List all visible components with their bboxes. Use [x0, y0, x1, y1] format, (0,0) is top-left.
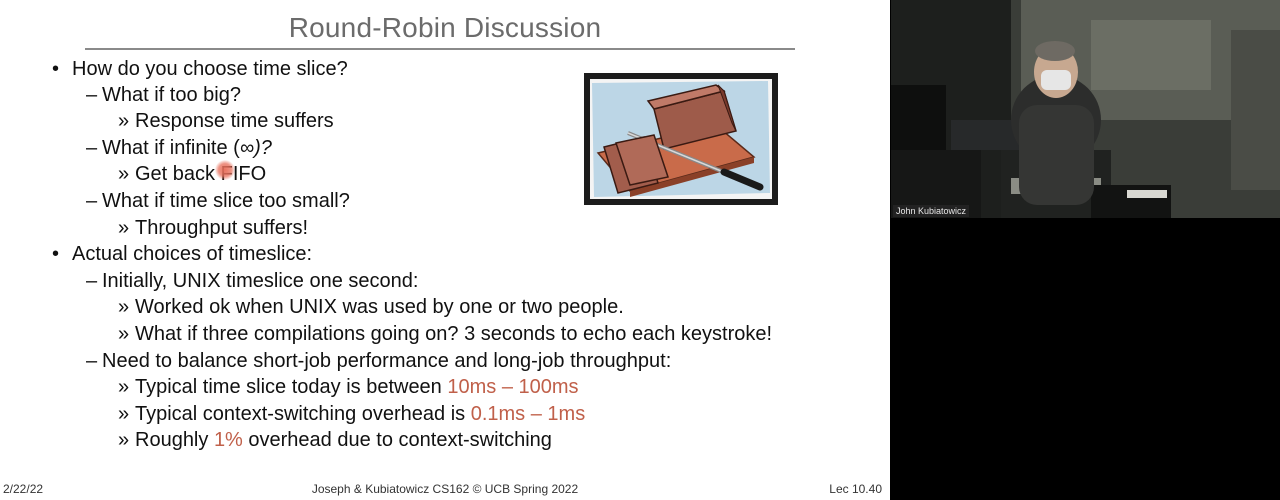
sub-sub-bullet-line: » Worked ok when UNIX was used by one or …	[118, 295, 624, 319]
infinity-symbol: ∞	[239, 137, 255, 159]
bullet-mark: •	[52, 243, 60, 265]
bullet-text: Roughly	[135, 429, 214, 451]
highlight-text: 0.1ms – 1ms	[470, 403, 586, 425]
sub-sub-bullet-line: » Response time suffers	[118, 109, 334, 133]
bullet-text: What if infinite (	[102, 137, 240, 159]
bullet-text: Worked ok when UNIX was used by one or t…	[135, 296, 624, 318]
sub-mark: »	[118, 296, 130, 318]
sub-sub-bullet-line: » Typical time slice today is between 10m…	[118, 375, 579, 399]
laser-pointer-dot	[215, 160, 235, 180]
bullet-text: overhead due to context-switching	[242, 429, 552, 451]
bullet-text: What if time slice too small?	[102, 190, 350, 212]
sub-bullet-line: – What if infinite (∞)?	[86, 136, 272, 160]
sub-bullet-line: – Initially, UNIX timeslice one second:	[86, 269, 418, 293]
bullet-text: Response time suffers	[135, 110, 334, 132]
sub-sub-bullet-line: » Throughput suffers!	[118, 216, 308, 240]
bullet-line: • How do you choose time slice?	[52, 57, 348, 81]
slide-title: Round-Robin Discussion	[288, 12, 602, 43]
bullet-text: Actual choices of timeslice:	[72, 243, 313, 265]
sub-bullet-line: – What if too big?	[86, 83, 241, 107]
highlight-text: 10ms – 100ms	[447, 376, 579, 398]
footer-lecture-number: Lec 10.40	[829, 482, 882, 496]
slide: Round-Robin Discussion • How do you choos…	[0, 0, 890, 500]
dash-mark: –	[86, 270, 98, 292]
bullet-text: )?	[254, 137, 272, 159]
footer-course: Joseph & Kubiatowicz CS162 © UCB Spring …	[311, 482, 579, 496]
bullet-text: How do you choose time slice?	[72, 58, 348, 80]
bullet-line: • Actual choices of timeslice:	[52, 242, 312, 266]
bullet-text: What if three compilations going on? 3 s…	[135, 323, 773, 345]
speaker-name-label: John Kubiatowicz	[893, 205, 970, 217]
sub-mark: »	[118, 323, 130, 345]
dash-mark: –	[86, 350, 98, 372]
bread-slicing-clipart	[584, 73, 778, 205]
highlight-text: 1%	[213, 429, 243, 451]
title-rule	[85, 48, 795, 50]
sub-sub-bullet-line: » Typical context-switching overhead is 0…	[118, 402, 585, 426]
bullet-text: Typical context-switching overhead is	[135, 403, 471, 425]
sub-sub-bullet-line: » Roughly 1% overhead due to context-swit…	[118, 428, 552, 452]
bullet-text: Get back FIFO	[135, 163, 267, 185]
sub-mark: »	[118, 217, 130, 239]
sub-mark: »	[118, 110, 130, 132]
bullet-text: What if too big?	[102, 84, 241, 106]
sub-sub-bullet-line: » What if three compilations going on? 3 …	[118, 322, 772, 346]
speaker-video-image	[891, 0, 1280, 218]
sub-sub-bullet-line: » Get back FIFO	[118, 162, 266, 186]
slide-footer: 2/22/22 Joseph & Kubiatowicz CS162 © UCB…	[0, 480, 890, 500]
bullet-text: Throughput suffers!	[135, 217, 309, 239]
sub-mark: »	[118, 376, 130, 398]
bullet-mark: •	[52, 58, 60, 80]
dash-mark: –	[86, 190, 98, 212]
sub-bullet-line: – What if time slice too small?	[86, 189, 350, 213]
bullet-text: Typical time slice today is between	[135, 376, 448, 398]
sub-bullet-line: – Need to balance short-job performance a…	[86, 349, 671, 373]
speaker-video-feed	[891, 0, 1280, 218]
bullet-text: Need to balance short-job performance an…	[102, 350, 672, 372]
dash-mark: –	[86, 137, 98, 159]
sub-mark: »	[118, 403, 130, 425]
sub-mark: »	[118, 163, 130, 185]
bullet-text: Initially, UNIX timeslice one second:	[102, 270, 419, 292]
dash-mark: –	[86, 84, 98, 106]
sub-mark: »	[118, 429, 130, 451]
